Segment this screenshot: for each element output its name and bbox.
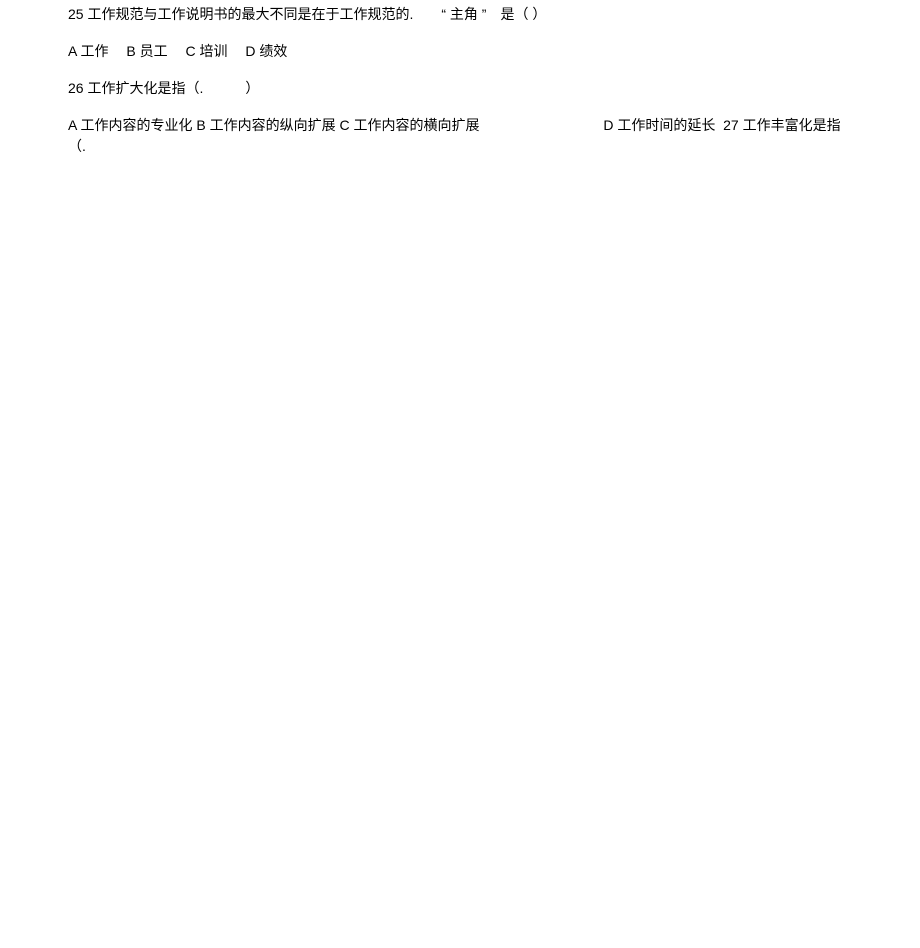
q25-stem: 25 工作规范与工作说明书的最大不同是在于工作规范的. “ 主角 ” 是（ ） <box>68 4 852 25</box>
q26-options-abc: A 工作内容的专业化 B 工作内容的纵向扩展 C 工作内容的横向扩展 <box>68 117 479 133</box>
question-26: 26 工作扩大化是指（. ） A 工作内容的专业化 B 工作内容的纵向扩展 C … <box>68 78 852 157</box>
question-25: 25 工作规范与工作说明书的最大不同是在于工作规范的. “ 主角 ” 是（ ） … <box>68 4 852 62</box>
q26-options-line: A 工作内容的专业化 B 工作内容的纵向扩展 C 工作内容的横向扩展 D 工作时… <box>68 115 852 157</box>
q25-option-a: A 工作 <box>68 43 108 59</box>
q25-option-d: D 绩效 <box>245 43 287 59</box>
q26-stem-text: 26 工作扩大化是指（. ） <box>68 80 259 96</box>
document-page: 25 工作规范与工作说明书的最大不同是在于工作规范的. “ 主角 ” 是（ ） … <box>0 0 920 157</box>
q25-option-b: B 员工 <box>126 43 167 59</box>
q25-option-c: C 培训 <box>185 43 227 59</box>
q25-stem-text: 25 工作规范与工作说明书的最大不同是在于工作规范的. “ 主角 ” 是（ ） <box>68 6 546 22</box>
q26-option-d: D 工作时间的延长 <box>603 117 715 133</box>
q26-stem: 26 工作扩大化是指（. ） <box>68 78 852 99</box>
q25-options: A 工作 B 员工 C 培训 D 绩效 <box>68 41 852 62</box>
